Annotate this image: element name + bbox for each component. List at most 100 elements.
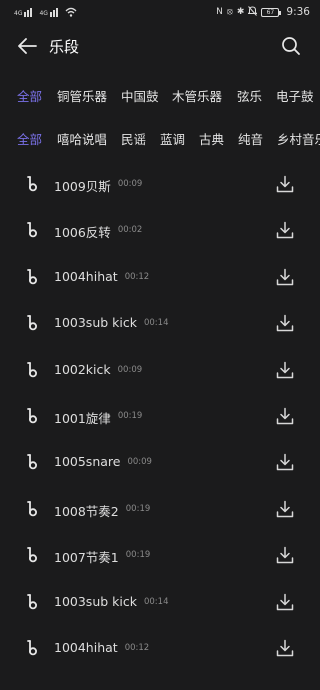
download-icon — [276, 407, 294, 425]
download-button[interactable] — [274, 405, 296, 427]
tab-category-strings[interactable]: 弦乐 — [237, 86, 262, 108]
status-right: N ⦻ ✱ 67 9:36 — [216, 5, 310, 19]
clip-duration: 00:19 — [125, 550, 151, 561]
nfc-icon: N — [216, 7, 223, 17]
download-icon — [276, 175, 294, 193]
clip-row[interactable]: 1002kick 00:09 — [0, 348, 320, 394]
music-note-icon — [27, 408, 37, 424]
clip-name: 1002kick — [54, 361, 111, 377]
clip-duration: 00:19 — [125, 503, 151, 514]
search-button[interactable] — [279, 34, 303, 58]
download-button[interactable] — [274, 359, 296, 381]
signal-icon-2: 4G — [39, 7, 60, 17]
music-note-icon — [27, 593, 37, 609]
clip-name: 1003sub kick — [54, 593, 137, 609]
clip-row[interactable]: 1005snare 00:09 — [0, 440, 320, 486]
tab-genre-hiphop[interactable]: 嘻哈说唱 — [57, 129, 107, 151]
clip-name: 1004hihat — [54, 640, 118, 655]
download-button[interactable] — [274, 451, 296, 473]
tab-genre-pure-music[interactable]: 纯音 — [238, 129, 263, 151]
download-button[interactable] — [274, 312, 296, 334]
music-note-icon — [27, 547, 37, 563]
clip-name: 1008节奏2 — [54, 503, 119, 519]
download-icon — [276, 593, 294, 610]
clip-name: 1003sub kick — [54, 315, 137, 331]
battery-icon: 67 — [261, 7, 282, 17]
network-type-label: 4G — [14, 10, 23, 17]
bluetooth-icon: ✱ — [236, 7, 245, 17]
clip-duration: 00:09 — [117, 364, 143, 375]
arrow-left-icon — [18, 38, 37, 54]
signal-icon: 4G — [14, 7, 35, 17]
download-icon — [276, 361, 294, 378]
music-note-icon — [27, 315, 37, 331]
clip-duration: 00:09 — [127, 457, 152, 468]
status-left: 4G 4G — [14, 7, 77, 17]
clip-duration: 00:12 — [124, 271, 150, 282]
music-note-icon — [27, 268, 37, 285]
clip-row[interactable]: 1008节奏2 00:19 — [0, 487, 320, 533]
clip-duration: 00:09 — [117, 179, 143, 189]
clip-name: 1009贝斯 — [54, 179, 111, 194]
download-icon — [276, 222, 294, 239]
network-type-label-2: 4G — [39, 10, 48, 17]
status-bar: 4G 4G N ⦻ ✱ 67 9:36 — [0, 0, 320, 24]
mute-icon — [247, 5, 259, 19]
category-tabs: 全部 铜管乐器 中国鼓 木管乐器 弦乐 电子鼓 — [0, 86, 320, 108]
music-note-icon — [27, 176, 37, 192]
music-note-icon — [27, 361, 37, 377]
tab-genre-folk[interactable]: 民谣 — [121, 129, 146, 151]
download-icon — [276, 546, 294, 564]
music-note-icon — [27, 640, 37, 656]
clip-name: 1006反转 — [54, 225, 111, 241]
battery-level: 67 — [266, 8, 275, 16]
clip-row[interactable]: 1009贝斯 00:09 — [0, 162, 320, 208]
tab-category-electronic-drum[interactable]: 电子鼓 — [276, 86, 314, 108]
back-button[interactable] — [15, 34, 39, 58]
search-icon — [282, 37, 300, 55]
tab-genre-country[interactable]: 乡村音乐 — [277, 129, 320, 151]
clip-name: 1004hihat — [54, 268, 118, 284]
clip-row[interactable]: 1007节奏1 00:19 — [0, 533, 320, 579]
tab-genre-all[interactable]: 全部 — [17, 129, 42, 151]
tab-category-all[interactable]: 全部 — [17, 86, 42, 108]
download-button[interactable] — [274, 219, 296, 241]
page-title: 乐段 — [49, 37, 80, 56]
download-button[interactable] — [274, 173, 296, 195]
clip-name: 1001旋律 — [54, 411, 111, 426]
download-button[interactable] — [274, 637, 296, 659]
download-icon — [276, 314, 294, 332]
tab-category-woodwind[interactable]: 木管乐器 — [172, 86, 222, 108]
clip-name: 1007节奏1 — [54, 550, 119, 566]
download-icon — [276, 454, 294, 471]
clip-row[interactable]: 1001旋律 00:19 — [0, 394, 320, 440]
genre-tabs: 全部 嘻哈说唱 民谣 蓝调 古典 纯音 乡村音乐 — [0, 129, 320, 151]
clip-row[interactable]: 1004hihat 00:12 — [0, 626, 320, 672]
clip-duration: 00:14 — [143, 318, 169, 329]
download-button[interactable] — [274, 498, 296, 520]
clip-duration: 00:14 — [143, 596, 169, 607]
clip-name: 1005snare — [54, 454, 121, 470]
clip-row[interactable]: 1003sub kick 00:14 — [0, 580, 320, 626]
music-note-icon — [27, 500, 37, 517]
tab-genre-classical[interactable]: 古典 — [199, 129, 224, 151]
clip-duration: 00:02 — [117, 225, 143, 236]
clip-duration: 00:19 — [117, 411, 143, 421]
music-note-icon — [27, 454, 37, 470]
download-button[interactable] — [274, 266, 296, 288]
clock: 9:36 — [286, 6, 310, 18]
download-icon — [276, 639, 294, 657]
clip-row[interactable]: 1003sub kick 00:14 — [0, 301, 320, 347]
clip-row[interactable]: 1006反转 00:02 — [0, 208, 320, 254]
clip-row[interactable]: 1004hihat 00:12 — [0, 255, 320, 301]
tab-category-chinese-drum[interactable]: 中国鼓 — [121, 86, 159, 108]
app-header: 乐段 — [0, 30, 320, 62]
tab-category-brass[interactable]: 铜管乐器 — [57, 86, 107, 108]
tab-genre-blues[interactable]: 蓝调 — [160, 129, 185, 151]
music-note-icon — [27, 222, 37, 238]
download-icon — [276, 268, 294, 286]
download-button[interactable] — [274, 591, 296, 613]
clip-duration: 00:12 — [124, 643, 150, 653]
download-icon — [276, 500, 294, 518]
download-button[interactable] — [274, 544, 296, 566]
